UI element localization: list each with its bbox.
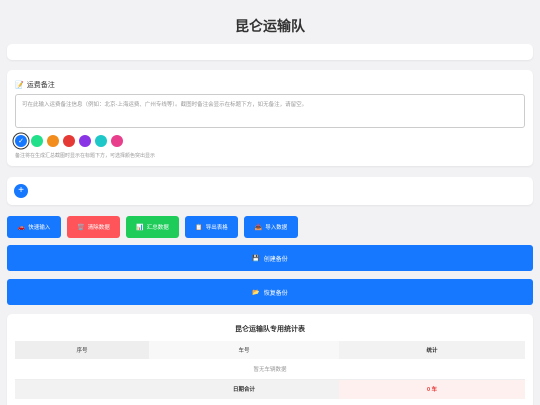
total-label: 日期合计 — [149, 379, 339, 399]
restore-backup-button[interactable]: 📂 恢复备份 — [7, 279, 533, 305]
header-index: 序号 — [15, 341, 149, 359]
top-bar-card — [7, 44, 533, 60]
note-hint: 备注将在生成汇总截图时显示在标题下方，可选择颜色突出显示 — [15, 153, 156, 159]
memo-icon: 📝 — [15, 82, 24, 89]
trash-icon: 🗑️ — [77, 224, 85, 231]
add-button[interactable]: + — [14, 184, 28, 198]
total-row: 日期合计 0 车 — [15, 379, 525, 399]
toolbar: 🚗 快速输入 🗑️ 清除数据 📊 汇总数据 📋 导出表格 📥 导入数据 — [7, 216, 298, 238]
color-swatches: ✓ — [15, 135, 123, 147]
note-card: 📝 运费备注 ✓ 备注将在生成汇总截图时显示在标题下方，可选择颜色突出显示 — [7, 70, 533, 166]
page-title: 昆仑运输队 — [235, 18, 305, 34]
color-swatch[interactable]: ✓ — [15, 135, 27, 147]
floppy-icon: 💾 — [252, 255, 260, 262]
header-plate: 车号 — [149, 341, 339, 359]
total-value: 0 车 — [339, 379, 525, 399]
create-backup-button[interactable]: 💾 创建备份 — [7, 245, 533, 271]
inbox-icon: 📥 — [254, 224, 263, 231]
note-label: 运费备注 — [26, 82, 55, 89]
clipboard-icon: 📋 — [195, 224, 203, 231]
color-swatch[interactable] — [63, 135, 75, 147]
add-card: + — [7, 177, 533, 205]
header-stats: 统计 — [339, 341, 525, 359]
quick-input-button[interactable]: 🚗 快速输入 — [7, 216, 61, 238]
summary-button[interactable]: 📊 汇总数据 — [126, 216, 179, 238]
stats-card: 昆仑运输队专用统计表 序号 车号 统计 暂无车辆数据 日期合计 0 车 — [7, 314, 533, 405]
color-swatch[interactable] — [95, 135, 107, 147]
color-swatch[interactable] — [47, 135, 59, 147]
total-spacer — [15, 379, 149, 399]
empty-message: 暂无车辆数据 — [15, 359, 525, 380]
color-swatch[interactable] — [111, 135, 123, 147]
check-icon: ✓ — [18, 137, 24, 145]
export-table-button[interactable]: 📋 导出表格 — [185, 216, 238, 238]
stats-table: 序号 车号 统计 暂无车辆数据 日期合计 0 车 — [15, 341, 525, 399]
table-title: 昆仑运输队专用统计表 — [235, 326, 305, 333]
note-textarea[interactable] — [15, 94, 525, 128]
car-icon: 🚗 — [17, 224, 26, 231]
color-swatch[interactable] — [31, 135, 43, 147]
clear-data-button[interactable]: 🗑️ 清除数据 — [67, 216, 120, 238]
import-data-button[interactable]: 📥 导入数据 — [244, 216, 298, 238]
folder-icon: 📂 — [252, 289, 260, 296]
note-label-row: 📝 运费备注 — [15, 80, 55, 90]
empty-row: 暂无车辆数据 — [15, 359, 525, 380]
color-swatch[interactable] — [79, 135, 91, 147]
chart-icon: 📊 — [136, 224, 144, 231]
